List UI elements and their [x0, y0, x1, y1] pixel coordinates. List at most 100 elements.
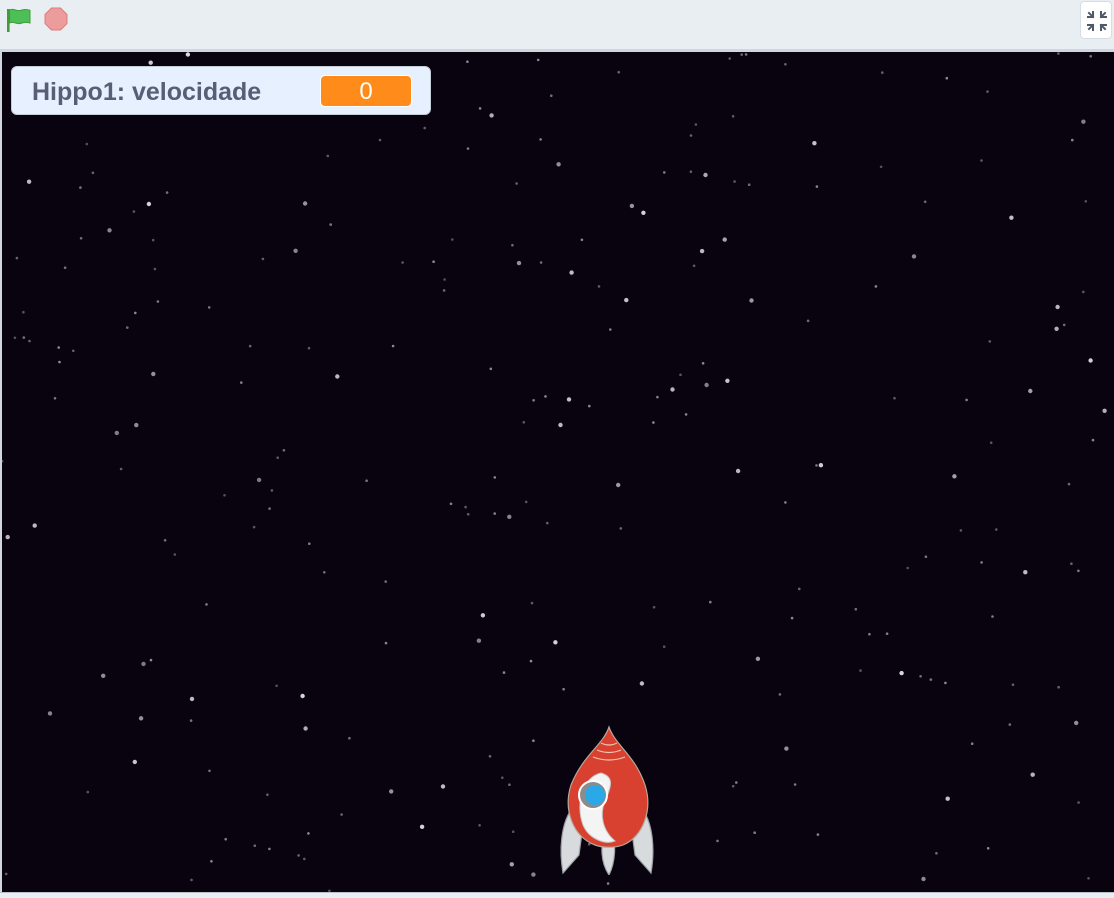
- star: [893, 396, 896, 400]
- star: [859, 669, 862, 672]
- star: [57, 346, 60, 349]
- star: [253, 844, 257, 847]
- stop-sign-icon: [44, 7, 68, 31]
- star: [493, 476, 497, 479]
- star: [580, 238, 584, 242]
- star: [141, 661, 146, 667]
- star: [524, 500, 528, 504]
- star: [303, 857, 306, 861]
- star: [701, 362, 705, 365]
- star: [1081, 119, 1086, 124]
- star: [256, 477, 262, 483]
- star: [507, 514, 512, 519]
- star: [784, 501, 787, 504]
- star: [970, 742, 974, 745]
- star: [515, 182, 518, 185]
- star: [1084, 200, 1088, 203]
- star: [489, 113, 494, 118]
- star: [419, 824, 425, 829]
- star: [597, 285, 601, 288]
- star: [26, 179, 32, 184]
- star: [1057, 52, 1060, 55]
- star: [784, 746, 789, 751]
- star: [1028, 388, 1033, 394]
- star: [868, 632, 871, 636]
- star: [798, 587, 801, 591]
- star: [85, 142, 89, 146]
- star: [959, 529, 963, 532]
- star: [268, 847, 271, 851]
- star: [945, 796, 950, 801]
- star: [466, 60, 469, 63]
- stage-toolbar: [0, 0, 1114, 50]
- star: [442, 289, 446, 292]
- star: [307, 832, 310, 835]
- star: [511, 830, 515, 833]
- star: [879, 165, 883, 169]
- star: [944, 681, 947, 685]
- stop-button[interactable]: [42, 6, 70, 34]
- star: [704, 382, 709, 388]
- star: [138, 716, 144, 721]
- star: [1054, 326, 1059, 331]
- star: [1074, 720, 1079, 726]
- star: [240, 381, 243, 384]
- star: [945, 76, 949, 80]
- star: [616, 482, 621, 488]
- star: [91, 171, 95, 175]
- star: [679, 373, 682, 377]
- star: [22, 336, 26, 339]
- star: [502, 671, 506, 674]
- star: [1102, 408, 1107, 413]
- star: [148, 60, 153, 65]
- star: [854, 607, 858, 611]
- star: [205, 603, 208, 606]
- star: [749, 298, 754, 303]
- variable-monitor[interactable]: Hippo1: velocidade 0: [11, 66, 431, 115]
- star: [329, 223, 333, 226]
- star: [735, 781, 738, 784]
- star: [432, 260, 435, 263]
- star: [699, 248, 705, 254]
- star: [511, 243, 514, 247]
- star: [79, 186, 82, 189]
- star: [401, 261, 404, 264]
- star: [15, 256, 19, 260]
- star: [134, 422, 139, 428]
- star: [365, 479, 368, 483]
- star: [126, 326, 129, 329]
- star: [536, 58, 540, 62]
- star: [270, 489, 274, 492]
- star: [223, 494, 226, 497]
- star: [725, 378, 730, 383]
- star: [190, 878, 193, 882]
- star: [747, 183, 751, 186]
- star: [689, 170, 693, 173]
- star: [740, 53, 743, 56]
- rocket-sprite[interactable]: [557, 725, 657, 875]
- star: [818, 463, 824, 468]
- star: [812, 141, 817, 146]
- star: [423, 126, 427, 130]
- star: [189, 719, 193, 722]
- star: [151, 238, 155, 242]
- star: [639, 681, 645, 686]
- star: [501, 776, 504, 779]
- star: [906, 566, 909, 570]
- star: [539, 138, 542, 141]
- star: [335, 374, 340, 379]
- star: [302, 201, 308, 206]
- green-flag-button[interactable]: [4, 6, 32, 34]
- star: [53, 397, 57, 400]
- star: [784, 63, 787, 66]
- star: [443, 278, 446, 281]
- stage[interactable]: Hippo1: velocidade 0: [2, 52, 1114, 892]
- star: [778, 693, 782, 696]
- star: [606, 882, 610, 885]
- star: [662, 645, 666, 648]
- exit-fullscreen-button[interactable]: [1080, 1, 1112, 39]
- star: [163, 539, 167, 542]
- star: [207, 306, 211, 309]
- star: [1009, 215, 1014, 220]
- star: [189, 696, 195, 702]
